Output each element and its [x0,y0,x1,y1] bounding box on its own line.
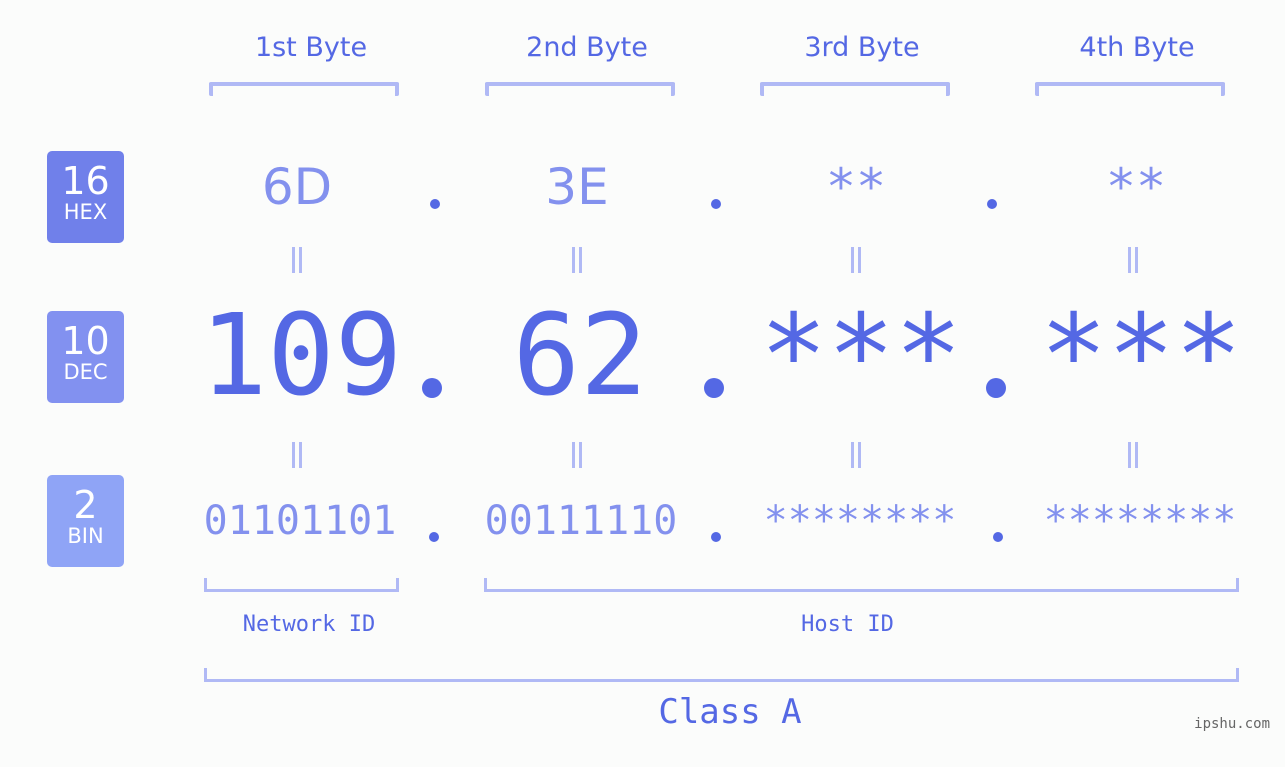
hex-base: 16 [61,159,110,203]
hex-separator-dot [987,199,997,209]
equals-icon [292,442,302,468]
dec-separator-dot [422,378,442,398]
byte-bracket-1 [209,82,399,96]
bin-separator-dot [993,532,1003,542]
dec-value-2: 62 [512,291,648,421]
equals-icon [292,247,302,273]
dec-value-3: *** [759,291,963,421]
bin-badge: 2 BIN [47,475,124,567]
dec-label: DEC [63,360,108,384]
hex-label: HEX [63,200,108,224]
byte-header-3: 3rd Byte [804,32,920,63]
network-id-bracket [204,578,399,592]
byte-header-1: 1st Byte [254,32,368,63]
hex-value-2: 3E [545,158,609,216]
equals-icon [572,247,582,273]
dec-badge: 10 DEC [47,311,124,403]
class-bracket [204,668,1239,682]
host-id-label: Host ID [801,612,894,637]
dec-base: 10 [61,319,110,363]
byte-bracket-4 [1035,82,1225,96]
hex-value-4: ** [1105,158,1167,216]
hex-badge: 16 HEX [47,151,124,243]
bin-separator-dot [429,532,439,542]
byte-header-2: 2nd Byte [526,32,648,63]
bin-value-4: ******** [1043,498,1237,544]
bin-value-2: 00111110 [484,498,678,544]
watermark: ipshu.com [1194,716,1270,732]
hex-value-1: 6D [261,158,333,216]
bin-label: BIN [67,524,104,548]
dec-value-4: *** [1039,291,1243,421]
bin-value-3: ******** [763,498,957,544]
equals-icon [572,442,582,468]
hex-separator-dot [430,199,440,209]
class-label: Class A [658,692,802,732]
dec-value-1: 109 [199,291,403,421]
hex-separator-dot [711,199,721,209]
equals-icon [851,247,861,273]
bin-separator-dot [711,532,721,542]
byte-bracket-3 [760,82,950,96]
dec-separator-dot [986,378,1006,398]
equals-icon [1128,247,1138,273]
equals-icon [851,442,861,468]
equals-icon [1128,442,1138,468]
host-id-bracket [484,578,1239,592]
byte-header-4: 4th Byte [1079,32,1195,63]
bin-base: 2 [73,483,98,527]
byte-bracket-2 [485,82,675,96]
dec-separator-dot [704,378,724,398]
hex-value-3: ** [825,158,887,216]
bin-value-1: 01101101 [203,498,397,544]
network-id-label: Network ID [242,612,376,637]
